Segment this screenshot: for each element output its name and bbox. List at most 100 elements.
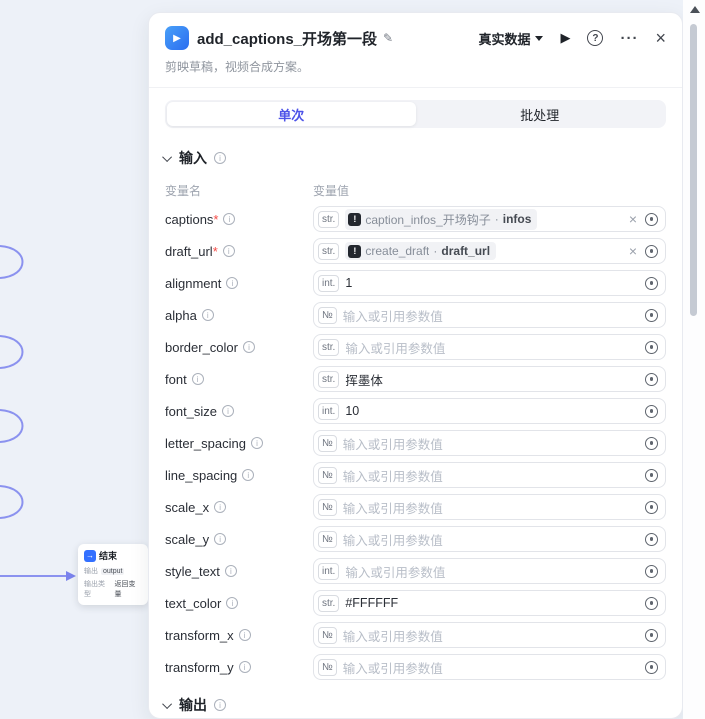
param-value-input[interactable]: str. 挥墨体 bbox=[313, 366, 666, 392]
ref-node-name: create_draft bbox=[365, 244, 429, 258]
reference-toggle-icon[interactable] bbox=[645, 533, 658, 546]
param-value-input[interactable]: str. 输入或引用参数值 bbox=[313, 334, 666, 360]
edit-title-icon[interactable]: ✎ bbox=[383, 31, 393, 45]
param-value-input[interactable]: № 输入或引用参数值 bbox=[313, 462, 666, 488]
value-text: 输入或引用参数值 bbox=[345, 562, 445, 581]
reference-toggle-icon[interactable] bbox=[645, 565, 658, 578]
param-value-input[interactable]: № 输入或引用参数值 bbox=[313, 654, 666, 680]
info-icon bbox=[226, 277, 238, 289]
reference-toggle-icon[interactable] bbox=[645, 469, 658, 482]
input-section-header[interactable]: 输入 bbox=[165, 148, 666, 168]
end-node-title: 结束 bbox=[99, 549, 117, 562]
info-icon bbox=[226, 597, 238, 609]
reference-toggle-icon[interactable] bbox=[645, 277, 658, 290]
param-name: transform_y bbox=[165, 660, 234, 675]
reference-toggle-icon[interactable] bbox=[645, 629, 658, 642]
reference-chip[interactable]: ! caption_infos_开场钩子 · infos bbox=[345, 209, 537, 230]
end-node-card[interactable]: → 结束 输出 output 输出类型 返回变量 bbox=[78, 544, 148, 605]
param-row: alpha № 输入或引用参数值 bbox=[165, 299, 666, 331]
ref-node-icon: ! bbox=[348, 245, 361, 258]
info-icon bbox=[214, 699, 226, 711]
param-row: style_text int. 输入或引用参数值 bbox=[165, 555, 666, 587]
param-name: captions bbox=[165, 212, 213, 227]
output-section-header[interactable]: 输出 bbox=[165, 695, 666, 715]
param-name: text_color bbox=[165, 596, 221, 611]
reference-toggle-icon[interactable] bbox=[645, 405, 658, 418]
param-row: font_size int. 10 bbox=[165, 395, 666, 427]
param-value-input[interactable]: int. 10 bbox=[313, 398, 666, 424]
value-text: 输入或引用参数值 bbox=[343, 530, 443, 549]
type-badge: № bbox=[318, 435, 337, 452]
param-row: border_color str. 输入或引用参数值 bbox=[165, 331, 666, 363]
scroll-up-arrow-icon[interactable] bbox=[690, 6, 700, 13]
param-row: transform_y № 输入或引用参数值 bbox=[165, 651, 666, 683]
param-row: transform_x № 输入或引用参数值 bbox=[165, 619, 666, 651]
reference-toggle-icon[interactable] bbox=[645, 501, 658, 514]
reference-toggle-icon[interactable] bbox=[645, 437, 658, 450]
tab-single-run[interactable]: 单次 bbox=[167, 102, 416, 126]
value-text: 挥墨体 bbox=[345, 370, 383, 389]
end-node-type-row: 输出类型 返回变量 bbox=[84, 579, 142, 599]
more-menu-icon[interactable]: ··· bbox=[620, 30, 638, 47]
param-value-input[interactable]: № 输入或引用参数值 bbox=[313, 302, 666, 328]
reference-chip[interactable]: ! create_draft · draft_url bbox=[345, 242, 496, 260]
reference-toggle-icon[interactable] bbox=[645, 341, 658, 354]
end-node-output-row: 输出 output bbox=[84, 566, 142, 576]
ref-node-icon: ! bbox=[348, 213, 361, 226]
info-icon bbox=[214, 501, 226, 513]
param-name: letter_spacing bbox=[165, 436, 246, 451]
scrollbar[interactable] bbox=[683, 0, 705, 719]
param-name: alignment bbox=[165, 276, 221, 291]
info-icon bbox=[225, 565, 237, 577]
reference-toggle-icon[interactable] bbox=[645, 661, 658, 674]
param-value-input[interactable]: № 输入或引用参数值 bbox=[313, 494, 666, 520]
param-value-input[interactable]: str. ! create_draft · draft_url × bbox=[313, 238, 666, 264]
scrollbar-thumb[interactable] bbox=[690, 24, 697, 316]
value-text: 输入或引用参数值 bbox=[343, 466, 443, 485]
ref-field-name: infos bbox=[503, 212, 532, 226]
type-badge: № bbox=[318, 531, 337, 548]
param-name: line_spacing bbox=[165, 468, 237, 483]
param-row: captions* str. ! caption_infos_开场钩子 · in… bbox=[165, 203, 666, 235]
info-icon bbox=[251, 437, 263, 449]
type-badge: № bbox=[318, 307, 337, 324]
value-text: 输入或引用参数值 bbox=[343, 434, 443, 453]
ref-field-name: draft_url bbox=[441, 244, 490, 258]
node-subtitle: 剪映草稿，视频合成方案。 bbox=[165, 58, 666, 75]
reference-toggle-icon[interactable] bbox=[645, 373, 658, 386]
reference-toggle-icon[interactable] bbox=[645, 245, 658, 258]
param-row: letter_spacing № 输入或引用参数值 bbox=[165, 427, 666, 459]
param-name: style_text bbox=[165, 564, 220, 579]
value-text: 1 bbox=[345, 276, 352, 290]
param-row: draft_url* str. ! create_draft · draft_u… bbox=[165, 235, 666, 267]
help-icon[interactable]: ? bbox=[587, 30, 603, 46]
data-mode-dropdown[interactable]: 真实数据 bbox=[478, 29, 543, 48]
close-icon[interactable]: × bbox=[655, 29, 666, 47]
param-value-input[interactable]: str. ! caption_infos_开场钩子 · infos × bbox=[313, 206, 666, 232]
type-badge: str. bbox=[318, 243, 339, 260]
info-icon bbox=[214, 533, 226, 545]
reference-toggle-icon[interactable] bbox=[645, 213, 658, 226]
panel-header: ▶ add_captions_开场第一段 ✎ 真实数据 ▶ ? ··· × 剪映… bbox=[149, 13, 682, 88]
param-name: transform_x bbox=[165, 628, 234, 643]
type-badge: str. bbox=[318, 211, 339, 228]
tab-batch[interactable]: 批处理 bbox=[416, 102, 665, 126]
param-row: line_spacing № 输入或引用参数值 bbox=[165, 459, 666, 491]
remove-icon[interactable]: × bbox=[629, 212, 637, 226]
param-value-input[interactable]: № 输入或引用参数值 bbox=[313, 622, 666, 648]
run-button[interactable]: ▶ bbox=[560, 30, 570, 46]
param-value-input[interactable]: № 输入或引用参数值 bbox=[313, 430, 666, 456]
input-rows: captions* str. ! caption_infos_开场钩子 · in… bbox=[165, 203, 666, 683]
type-badge: № bbox=[318, 659, 337, 676]
remove-icon[interactable]: × bbox=[629, 244, 637, 258]
param-value-input[interactable]: int. 输入或引用参数值 bbox=[313, 558, 666, 584]
param-value-input[interactable]: int. 1 bbox=[313, 270, 666, 296]
type-badge: № bbox=[318, 499, 337, 516]
plugin-icon: ▶ bbox=[165, 26, 189, 50]
param-row: scale_x № 输入或引用参数值 bbox=[165, 491, 666, 523]
reference-toggle-icon[interactable] bbox=[645, 597, 658, 610]
param-value-input[interactable]: № 输入或引用参数值 bbox=[313, 526, 666, 552]
param-value-input[interactable]: str. #FFFFFF bbox=[313, 590, 666, 616]
type-badge: str. bbox=[318, 595, 339, 612]
reference-toggle-icon[interactable] bbox=[645, 309, 658, 322]
